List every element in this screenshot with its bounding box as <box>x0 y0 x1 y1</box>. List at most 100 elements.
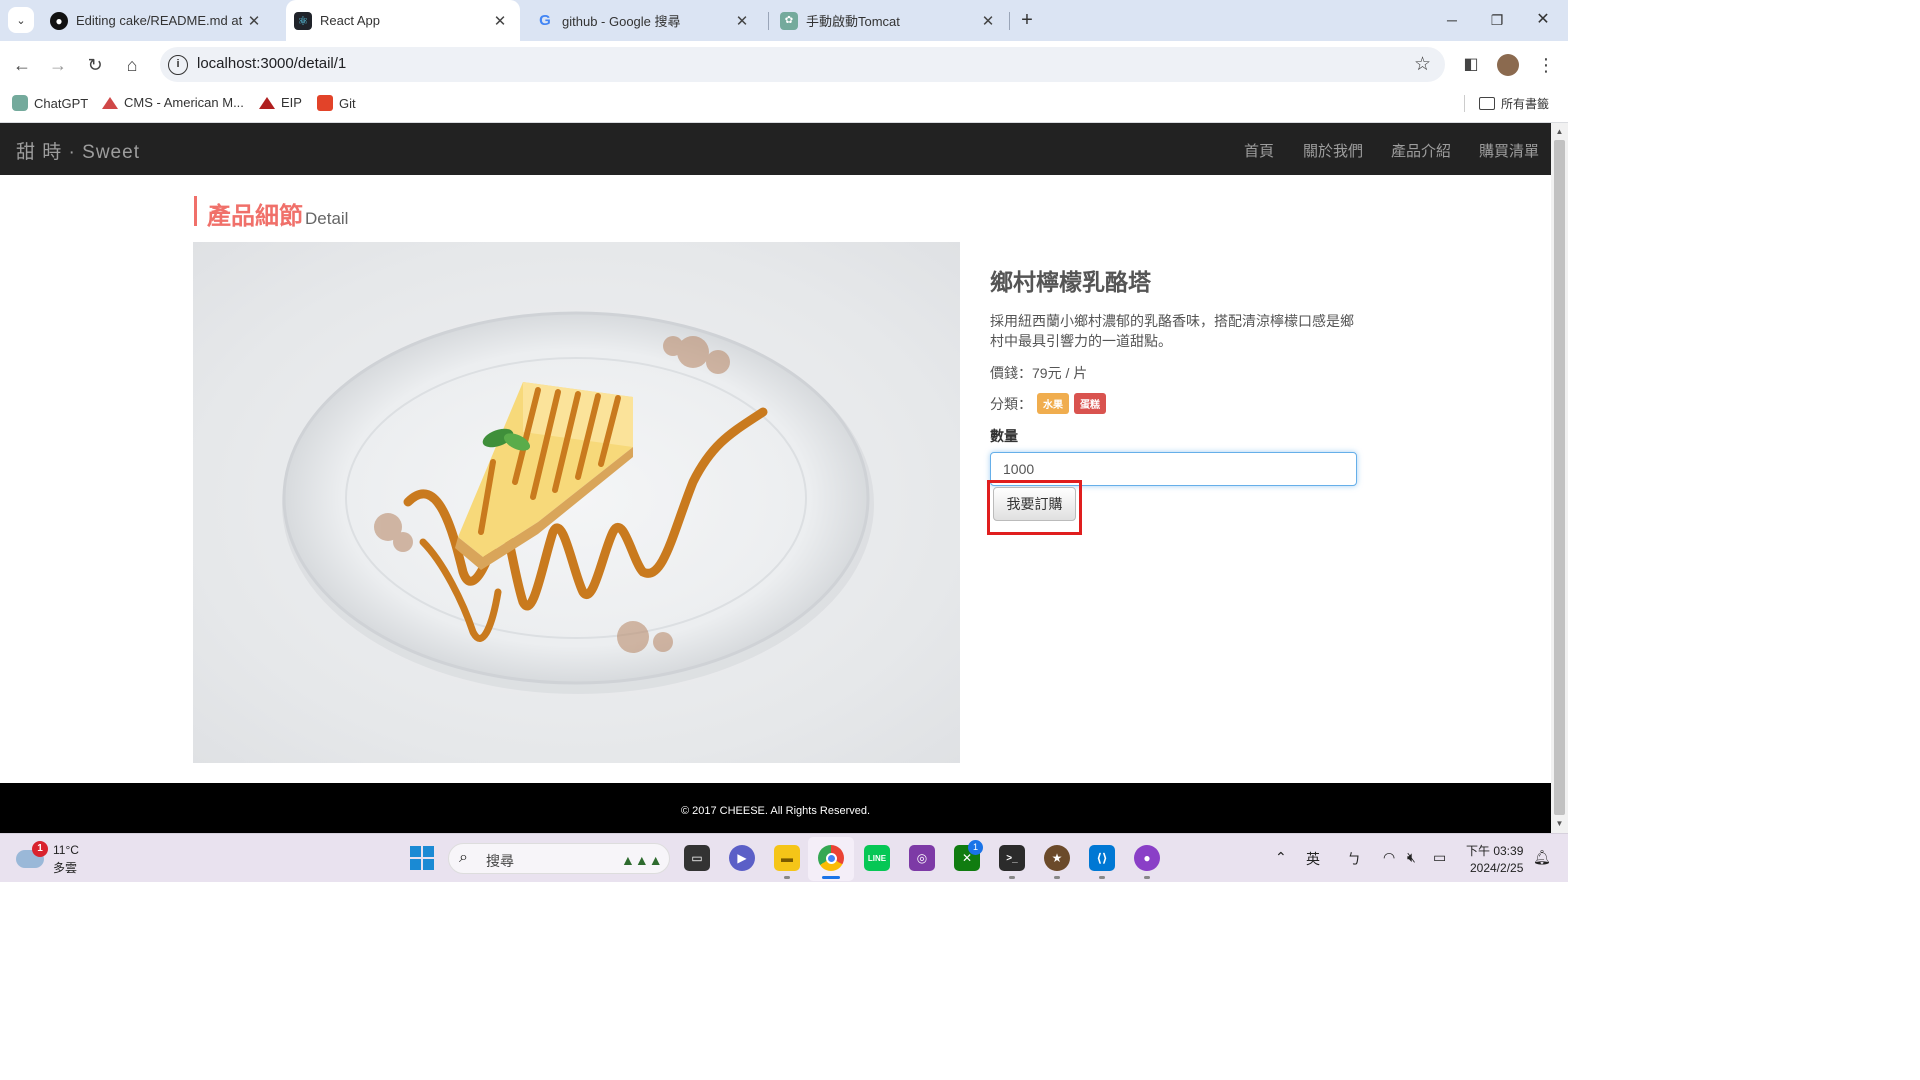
close-icon[interactable]: ✕ <box>978 12 998 30</box>
site-navbar: 甜 時 · Sweet 首頁 關於我們 產品介紹 購買清單 <box>0 123 1551 175</box>
folder-icon <box>1479 97 1495 110</box>
github-desktop-icon[interactable]: ● <box>1134 845 1160 871</box>
clock[interactable]: 下午 03:39 2024/2/25 <box>1466 842 1523 875</box>
clock-date: 2024/2/25 <box>1469 861 1524 875</box>
browser-toolbar: ← → ↻ ⌂ i localhost:3000/detail/1 ☆ ◧ ⋮ <box>0 41 1568 88</box>
product-image <box>193 242 960 763</box>
tab-github[interactable]: ● Editing cake/README.md at r ✕ <box>44 0 272 41</box>
bookmark-cms[interactable]: CMS - American M... <box>102 95 244 110</box>
order-button[interactable]: 我要訂購 <box>993 487 1076 521</box>
nav-products[interactable]: 產品介紹 <box>1391 140 1451 161</box>
windows-taskbar: 1 11°C 多雲 ⌕ 搜尋 ▲▲▲ ▭ ▶ ▬ LINE ◎ ✕ 1 >_ ★… <box>0 833 1568 882</box>
bookmark-git[interactable]: Git <box>317 95 356 111</box>
bookmark-chatgpt[interactable]: ChatGPT <box>12 95 88 111</box>
tray-chevron-up-icon[interactable]: ⌃ <box>1275 849 1287 866</box>
minimize-icon[interactable]: ─ <box>1429 6 1475 34</box>
weather-badge: 1 <box>32 841 48 857</box>
search-placeholder: 搜尋 <box>486 853 514 869</box>
nav-about[interactable]: 關於我們 <box>1303 140 1363 161</box>
tab-search-chevron-icon[interactable]: ⌄ <box>8 7 34 33</box>
ime-lang[interactable]: 英 <box>1306 849 1320 869</box>
bookmark-label: EIP <box>281 95 302 110</box>
search-icon: ⌕ <box>459 849 468 866</box>
terminal-icon[interactable]: >_ <box>999 845 1025 871</box>
address-bar[interactable]: i localhost:3000/detail/1 ☆ <box>160 47 1445 82</box>
tab-title: 手動啟動Tomcat <box>806 14 900 29</box>
close-icon[interactable]: ✕ <box>244 12 264 30</box>
bookmark-star-icon[interactable]: ☆ <box>1414 53 1431 76</box>
bookmarks-bar: ChatGPT CMS - American M... EIP Git 所有書籤 <box>0 88 1568 123</box>
tab-tomcat[interactable]: ✿ 手動啟動Tomcat ✕ <box>774 0 1006 41</box>
scrollbar-thumb[interactable] <box>1554 140 1565 815</box>
close-icon[interactable]: ✕ <box>490 12 510 30</box>
nav-cart[interactable]: 購買清單 <box>1479 140 1539 161</box>
game-app-icon[interactable]: ★ <box>1044 845 1070 871</box>
xbox-badge: 1 <box>968 840 983 855</box>
speaker-muted-icon[interactable]: 🔇︎ <box>1407 849 1416 866</box>
wifi-icon[interactable]: ◠ <box>1383 849 1395 866</box>
menu-kebab-icon[interactable]: ⋮ <box>1534 53 1558 77</box>
tab-separator <box>768 12 769 30</box>
cms-icon <box>102 96 118 109</box>
tab-separator <box>1009 12 1010 30</box>
weather-widget[interactable]: 1 11°C 多雲 <box>16 841 116 876</box>
bookmark-eip[interactable]: EIP <box>259 95 302 110</box>
product-price: 價錢：79元 / 片 <box>990 365 1088 381</box>
screenshot-app-icon[interactable]: ◎ <box>909 845 935 871</box>
file-explorer-icon[interactable]: ▬ <box>774 845 800 871</box>
vscode-icon[interactable]: ⟨⟩ <box>1089 845 1115 871</box>
category-label: 分類： <box>990 395 1032 412</box>
tab-google-search[interactable]: G github - Google 搜尋 ✕ <box>530 0 760 41</box>
site-brand[interactable]: 甜 時 · Sweet <box>16 137 140 164</box>
chrome-icon[interactable] <box>818 845 844 871</box>
page-heading: 產品細節 Detail <box>194 196 349 230</box>
tab-title: React App <box>320 13 380 28</box>
active-indicator <box>822 876 840 879</box>
product-description: 採用紐西蘭小鄉村濃郁的乳酪香味，搭配清涼檸檬口感是鄉村中最具引響力的一道甜點。 <box>990 313 1354 349</box>
line-icon[interactable]: LINE <box>864 845 890 871</box>
site-info-icon[interactable]: i <box>168 55 188 75</box>
scroll-down-icon[interactable]: ▼ <box>1551 817 1568 831</box>
all-bookmarks[interactable]: 所有書籤 <box>1464 95 1549 112</box>
product-category: 分類： 水果 蛋糕 <box>990 393 1360 414</box>
product-detail-panel: 鄉村檸檬乳酪塔 採用紐西蘭小鄉村濃郁的乳酪香味，搭配清涼檸檬口感是鄉村中最具引響… <box>990 263 1360 486</box>
chatgpt-icon <box>12 95 28 111</box>
windows-start-icon[interactable] <box>410 846 434 870</box>
reload-icon[interactable]: ↻ <box>83 53 107 77</box>
restore-icon[interactable]: ❐ <box>1474 6 1520 34</box>
notification-bell-icon[interactable]: 🔔︎ <box>1533 849 1551 866</box>
meet-camera-icon[interactable]: ▶ <box>729 845 755 871</box>
back-arrow-icon[interactable]: ← <box>10 53 34 77</box>
tab-title: github - Google 搜尋 <box>562 14 681 29</box>
bookmark-label: CMS - American M... <box>124 95 244 110</box>
forward-arrow-icon[interactable]: → <box>46 53 70 77</box>
window-close-icon[interactable]: ✕ <box>1520 6 1566 34</box>
profile-avatar[interactable] <box>1497 54 1519 76</box>
tab-react-app[interactable]: ⚛ React App ✕ <box>286 0 520 41</box>
weather-desc: 多雲 <box>53 861 78 875</box>
google-icon: G <box>539 12 551 29</box>
new-tab-plus-icon[interactable]: + <box>1016 9 1038 31</box>
battery-icon[interactable]: ▭ <box>1433 849 1446 866</box>
page-scrollbar[interactable]: ▲ ▼ <box>1551 123 1568 833</box>
heading-en: Detail <box>305 209 349 228</box>
url-text[interactable]: localhost:3000/detail/1 <box>197 55 346 72</box>
task-view-icon[interactable]: ▭ <box>684 845 710 871</box>
cheesecake-plate-illustration <box>282 311 874 694</box>
all-bookmarks-label: 所有書籤 <box>1501 97 1550 111</box>
category-badge-cake: 蛋糕 <box>1074 393 1106 414</box>
bookmark-label: Git <box>339 95 356 111</box>
ime-mode[interactable]: ㄅ <box>1347 849 1361 869</box>
react-icon: ⚛ <box>294 11 312 30</box>
heading-zh: 產品細節 <box>207 203 303 230</box>
weather-temp: 11°C <box>53 843 79 857</box>
scroll-up-icon[interactable]: ▲ <box>1551 125 1568 139</box>
github-icon: ● <box>50 11 68 30</box>
close-icon[interactable]: ✕ <box>732 12 752 30</box>
site-footer: © 2017 CHEESE. All Rights Reserved. <box>0 783 1551 833</box>
side-panel-icon[interactable]: ◧ <box>1459 53 1483 77</box>
taskbar-search[interactable]: ⌕ 搜尋 ▲▲▲ <box>448 843 670 874</box>
home-icon[interactable]: ⌂ <box>120 53 144 77</box>
web-page: 甜 時 · Sweet 首頁 關於我們 產品介紹 購買清單 產品細節 Detai… <box>0 123 1551 833</box>
nav-home[interactable]: 首頁 <box>1244 140 1274 161</box>
